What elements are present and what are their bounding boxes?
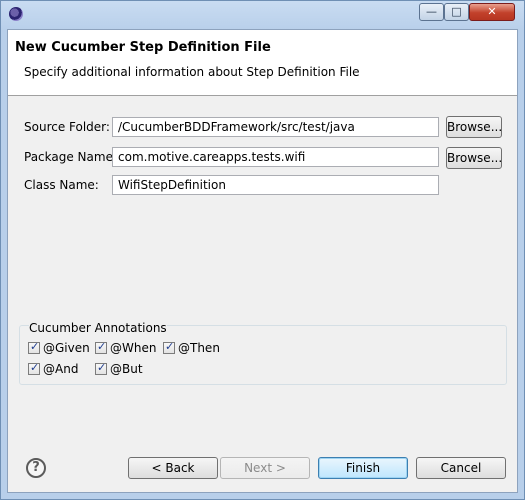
maximize-button[interactable]: □ [444, 3, 469, 21]
question-icon[interactable]: ? [26, 458, 46, 478]
minimize-button[interactable]: — [419, 3, 444, 21]
class-name-label: Class Name: [24, 178, 99, 192]
package-name-label: Package Name: [24, 150, 117, 164]
and-checkbox-label: @And [43, 362, 79, 376]
dialog-window: — □ ✕ New Cucumber Step Definition File … [0, 0, 525, 500]
wizard-header: New Cucumber Step Definition File Specif… [8, 30, 517, 96]
checkbox-checked-icon [95, 361, 107, 375]
package-name-browse-button[interactable]: Browse... [446, 147, 502, 169]
source-folder-browse-button[interactable]: Browse... [446, 116, 502, 138]
close-button[interactable]: ✕ [469, 3, 515, 21]
wizard-description: Specify additional information about Ste… [24, 65, 360, 79]
cancel-button[interactable]: Cancel [416, 457, 506, 479]
given-checkbox-label: @Given [43, 341, 90, 355]
next-button[interactable]: Next > [220, 457, 310, 479]
checkbox-checked-icon [95, 340, 107, 354]
source-folder-label: Source Folder: [24, 120, 110, 134]
package-name-input[interactable] [112, 147, 439, 167]
finish-button[interactable]: Finish [318, 457, 408, 479]
checkbox-checked-icon [28, 361, 40, 375]
checkbox-checked-icon [28, 340, 40, 354]
but-checkbox-label: @But [110, 362, 143, 376]
back-button[interactable]: < Back [128, 457, 218, 479]
wizard-title: New Cucumber Step Definition File [15, 40, 271, 55]
title-bar[interactable]: — □ ✕ [1, 1, 524, 29]
when-checkbox-label: @When [110, 341, 157, 355]
eclipse-icon [9, 7, 23, 21]
checkbox-checked-icon [163, 340, 175, 354]
dialog-client-area: New Cucumber Step Definition File Specif… [7, 29, 518, 493]
cucumber-annotations-title: Cucumber Annotations [29, 321, 167, 335]
source-folder-input[interactable] [112, 117, 439, 137]
then-checkbox-label: @Then [178, 341, 220, 355]
class-name-input[interactable] [112, 175, 439, 195]
